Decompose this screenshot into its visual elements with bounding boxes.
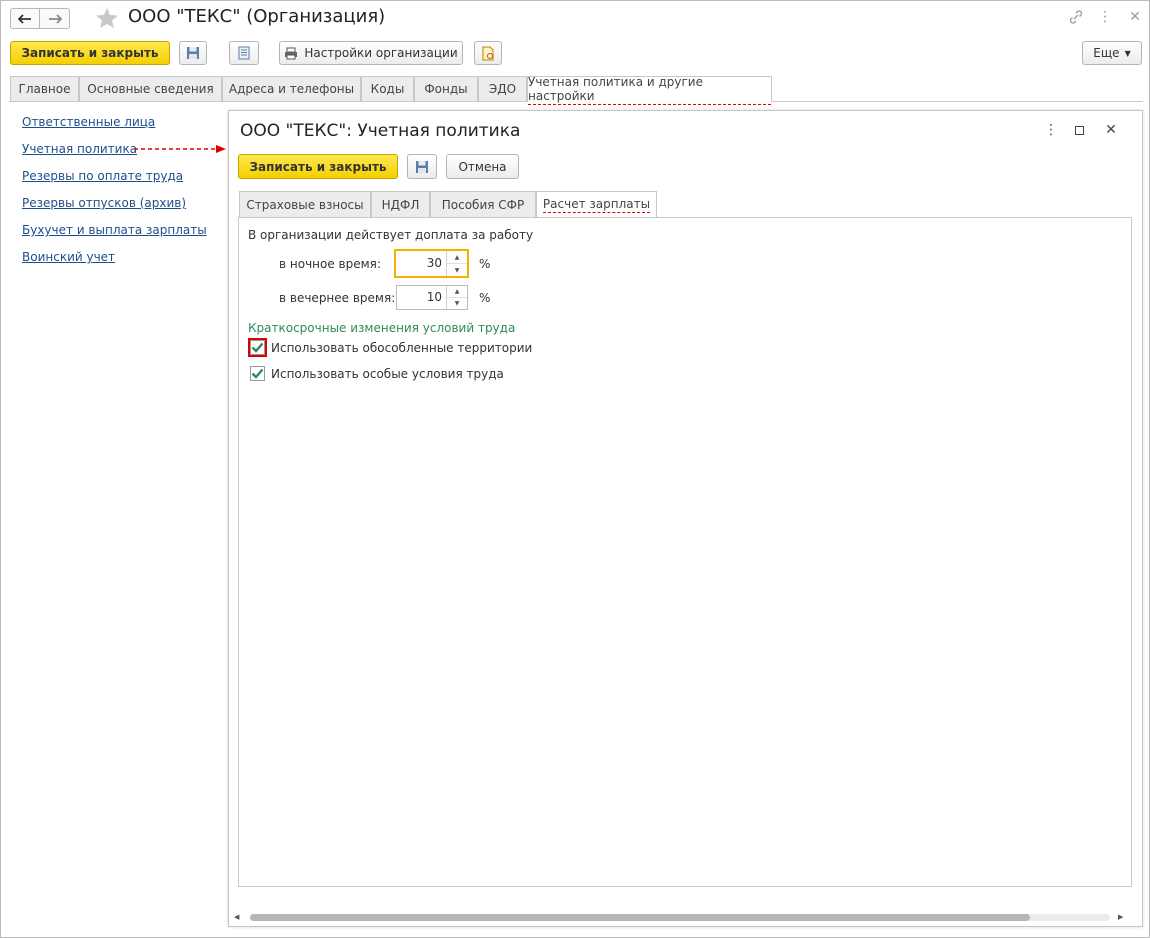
evening-rate-spinner[interactable]: ▲ ▼ bbox=[446, 286, 467, 309]
tab-funds[interactable]: Фонды bbox=[414, 76, 478, 101]
evening-label: в вечернее время: bbox=[279, 291, 396, 305]
night-label: в ночное время: bbox=[279, 257, 381, 271]
tab-basic-info[interactable]: Основные сведения bbox=[79, 76, 222, 101]
cancel-label: Отмена bbox=[458, 159, 507, 174]
spin-up-icon[interactable]: ▲ bbox=[447, 251, 467, 263]
tab-label: Главное bbox=[18, 82, 71, 96]
caret-down-icon: ▼ bbox=[1124, 48, 1131, 58]
group-title: Краткосрочные изменения условий труда bbox=[248, 321, 516, 335]
save-and-close-button[interactable]: Записать и закрыть bbox=[10, 41, 170, 65]
scroll-right-icon[interactable]: ▶ bbox=[1118, 913, 1123, 921]
night-rate-input[interactable]: 30 ▲ ▼ bbox=[394, 249, 469, 278]
dialog-more-icon[interactable]: ⋮ bbox=[1042, 121, 1060, 139]
org-settings-button[interactable]: Настройки организации bbox=[279, 41, 463, 65]
sidebar-link-salary-reserves[interactable]: Резервы по оплате труда bbox=[22, 169, 183, 183]
org-settings-label: Настройки организации bbox=[304, 46, 458, 60]
tab-label: Расчет зарплаты bbox=[542, 197, 651, 213]
dialog-save-button[interactable] bbox=[407, 154, 437, 179]
special-conditions-checkbox[interactable] bbox=[250, 366, 265, 381]
tab-label: Коды bbox=[370, 82, 405, 96]
annotation-arrow-icon bbox=[134, 145, 226, 153]
arrow-right-icon bbox=[48, 13, 62, 24]
document-list-icon bbox=[238, 46, 250, 60]
horizontal-scrollbar[interactable] bbox=[250, 914, 1110, 921]
tab-addresses[interactable]: Адреса и телефоны bbox=[222, 76, 361, 101]
checkmark-icon bbox=[251, 368, 264, 379]
save-and-close-label: Записать и закрыть bbox=[21, 46, 159, 60]
spin-down-icon[interactable]: ▼ bbox=[447, 297, 467, 309]
floppy-icon bbox=[416, 160, 428, 173]
tab-content-panel bbox=[238, 217, 1132, 887]
close-icon[interactable]: ✕ bbox=[1126, 8, 1144, 26]
tab-label: Пособия СФР bbox=[441, 197, 525, 212]
scrollbar-thumb[interactable] bbox=[250, 914, 1030, 921]
star-icon[interactable] bbox=[95, 7, 119, 29]
tab-main[interactable]: Главное bbox=[10, 76, 79, 101]
tab-label: ЭДО bbox=[488, 82, 517, 96]
more-button[interactable]: Еще ▼ bbox=[1082, 41, 1142, 65]
night-rate-spinner[interactable]: ▲ ▼ bbox=[446, 251, 467, 276]
tab-label: Учетная политика и другие настройки bbox=[528, 75, 771, 105]
window-title: ООО "ТЕКС" (Организация) bbox=[128, 6, 386, 27]
back-button[interactable] bbox=[10, 8, 40, 29]
dialog-close-icon[interactable]: ✕ bbox=[1102, 121, 1120, 139]
spin-down-icon[interactable]: ▼ bbox=[447, 263, 467, 276]
tab-label: НДФЛ bbox=[381, 197, 420, 212]
separate-territories-label[interactable]: Использовать обособленные территории bbox=[271, 341, 532, 355]
tab-salary-calc[interactable]: Расчет зарплаты bbox=[536, 191, 657, 218]
floppy-icon bbox=[187, 47, 199, 59]
document-clip-icon bbox=[482, 46, 494, 60]
printer-icon bbox=[285, 47, 298, 59]
scroll-left-icon[interactable]: ◀ bbox=[234, 913, 239, 921]
cancel-button[interactable]: Отмена bbox=[446, 154, 519, 179]
evening-rate-value: 10 bbox=[426, 290, 442, 304]
save-button[interactable] bbox=[179, 41, 207, 65]
sidebar-link-responsible[interactable]: Ответственные лица bbox=[22, 115, 155, 129]
tab-label: Адреса и телефоны bbox=[228, 82, 355, 96]
tab-codes[interactable]: Коды bbox=[361, 76, 414, 101]
night-rate-value: 30 bbox=[426, 256, 442, 270]
link-icon[interactable] bbox=[1067, 8, 1085, 26]
dialog-title: ООО "ТЕКС": Учетная политика bbox=[240, 121, 521, 141]
special-conditions-label[interactable]: Использовать особые условия труда bbox=[271, 367, 504, 381]
more-label: Еще bbox=[1093, 46, 1120, 60]
tab-benefits[interactable]: Пособия СФР bbox=[430, 191, 536, 217]
checkmark-icon bbox=[251, 342, 264, 353]
tab-ndfl[interactable]: НДФЛ bbox=[371, 191, 430, 217]
maximize-icon[interactable] bbox=[1075, 126, 1084, 135]
evening-unit: % bbox=[479, 291, 491, 305]
list-button[interactable] bbox=[229, 41, 259, 65]
tab-label: Фонды bbox=[424, 82, 468, 96]
evening-rate-input[interactable]: 10 ▲ ▼ bbox=[396, 285, 468, 310]
sidebar-link-military[interactable]: Воинский учет bbox=[22, 250, 115, 264]
tab-insurance[interactable]: Страховые взносы bbox=[239, 191, 371, 217]
sidebar-link-vacation-reserves[interactable]: Резервы отпусков (архив) bbox=[22, 196, 186, 210]
tab-label: Страховые взносы bbox=[246, 197, 364, 212]
more-vertical-icon[interactable]: ⋮ bbox=[1096, 8, 1114, 26]
dialog-save-and-close-label: Записать и закрыть bbox=[249, 159, 387, 174]
sidebar-link-accounting-policy[interactable]: Учетная политика bbox=[22, 142, 137, 156]
attachment-button[interactable] bbox=[474, 41, 502, 65]
night-unit: % bbox=[479, 257, 491, 271]
arrow-left-icon bbox=[18, 13, 31, 24]
tab-edo[interactable]: ЭДО bbox=[478, 76, 527, 101]
section-title: В организации действует доплата за работ… bbox=[248, 228, 534, 242]
separate-territories-checkbox[interactable] bbox=[250, 340, 265, 355]
tab-accounting-policy[interactable]: Учетная политика и другие настройки bbox=[527, 75, 772, 105]
spin-up-icon[interactable]: ▲ bbox=[447, 286, 467, 297]
tab-label: Основные сведения bbox=[87, 82, 214, 96]
sidebar-link-bookkeeping[interactable]: Бухучет и выплата зарплаты bbox=[22, 223, 207, 237]
dialog-save-and-close-button[interactable]: Записать и закрыть bbox=[238, 154, 398, 179]
forward-button[interactable] bbox=[40, 8, 70, 29]
